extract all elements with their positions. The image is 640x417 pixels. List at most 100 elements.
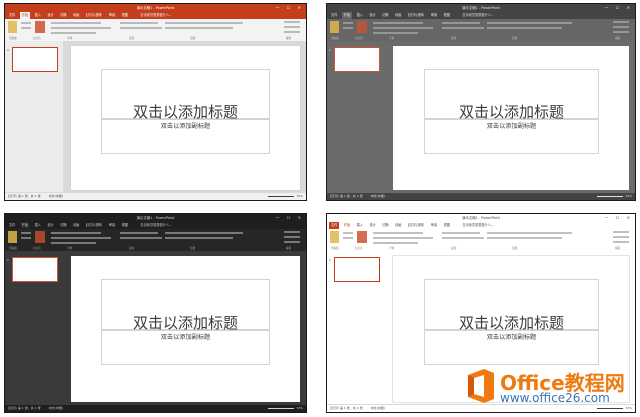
tab-2[interactable]: 插入 [33,222,43,229]
zoom-controls[interactable]: 72% [266,193,303,200]
slide-canvas[interactable]: 双击以添加标题 双击以添加副标题 [393,46,629,190]
tell-me-search[interactable]: 告诉我您想要做什么... [140,222,172,229]
tab-6[interactable]: 幻灯片放映 [84,12,104,19]
slide-canvas[interactable]: 双击以添加标题 双击以添加副标题 [71,46,300,190]
tab-1[interactable]: 开始 [19,222,31,229]
title-placeholder[interactable]: 双击以添加标题 [424,69,599,121]
tab-7[interactable]: 审阅 [107,12,117,19]
zoom-level[interactable]: 72% [296,406,303,410]
tab-2[interactable]: 插入 [355,12,365,19]
title-placeholder[interactable]: 双击以添加标题 [424,279,599,332]
tab-3[interactable]: 设计 [367,12,377,19]
tab-2[interactable]: 插入 [33,12,43,19]
tab-2[interactable]: 插入 [355,222,365,229]
tab-4[interactable]: 切换 [380,222,390,229]
ribbon-control-row[interactable] [21,27,31,30]
ribbon-control-row[interactable] [51,22,101,25]
ribbon-control-row[interactable] [343,22,353,25]
ribbon-control-row[interactable] [120,27,162,30]
ribbon-control-row[interactable] [343,27,353,30]
find-icon[interactable] [613,231,629,234]
tell-me-search[interactable]: 告诉我您想要做什么... [140,12,172,19]
ribbon-control-row[interactable] [487,237,562,240]
new-slide-button[interactable] [357,231,367,243]
ribbon-control-row[interactable] [343,232,353,235]
tab-7[interactable]: 审阅 [429,222,439,229]
tab-1[interactable]: 开始 [341,12,353,19]
ribbon-control-row[interactable] [51,27,111,30]
tab-0[interactable]: 文件 [7,222,17,229]
select-icon[interactable] [613,241,629,244]
ribbon-control-row[interactable] [21,237,31,240]
ribbon-control-row[interactable] [51,237,111,240]
tell-me-search[interactable]: 告诉我您想要做什么... [462,12,494,19]
paste-button[interactable] [8,231,17,243]
ribbon-control-row[interactable] [373,32,418,35]
tab-6[interactable]: 幻灯片放映 [406,12,426,19]
tab-8[interactable]: 视图 [442,222,452,229]
ribbon-control-row[interactable] [51,242,96,245]
ribbon-control-row[interactable] [442,27,484,30]
tab-0[interactable]: 文件 [329,12,339,19]
window-controls[interactable]: — ☐ ✕ [605,214,633,222]
window-controls[interactable]: — ☐ ✕ [276,4,304,12]
ribbon-control-row[interactable] [165,22,243,25]
subtitle-placeholder[interactable]: 双击以添加副标题 [424,330,599,365]
paste-button[interactable] [8,21,17,33]
paste-button[interactable] [330,21,339,33]
slide-canvas[interactable]: 双击以添加标题 双击以添加副标题 [71,256,300,402]
ribbon-control-row[interactable] [51,232,101,235]
find-icon[interactable] [284,21,300,24]
title-placeholder[interactable]: 双击以添加标题 [101,279,270,332]
tab-7[interactable]: 审阅 [107,222,117,229]
tab-5[interactable]: 动画 [71,222,81,229]
ribbon-control-row[interactable] [165,232,243,235]
status-language[interactable]: 中文(中国) [49,406,63,410]
ribbon-control-row[interactable] [487,27,562,30]
replace-icon[interactable] [613,236,629,239]
ribbon-control-row[interactable] [343,237,353,240]
ribbon-control-row[interactable] [21,232,31,235]
tab-8[interactable]: 视图 [120,222,130,229]
zoom-slider[interactable] [268,407,295,409]
tab-1[interactable]: 开始 [341,222,353,229]
tab-0[interactable]: 文件 [7,12,17,19]
ribbon-control-row[interactable] [487,232,572,235]
tab-8[interactable]: 视图 [120,12,130,19]
zoom-level[interactable]: 72% [296,194,303,198]
tab-8[interactable]: 视图 [442,12,452,19]
ribbon-control-row[interactable] [442,22,480,25]
tab-5[interactable]: 动画 [393,222,403,229]
select-icon[interactable] [613,31,629,34]
ribbon-control-row[interactable] [120,232,158,235]
replace-icon[interactable] [284,236,300,239]
paste-button[interactable] [330,231,339,243]
find-icon[interactable] [613,21,629,24]
ribbon-control-row[interactable] [21,22,31,25]
ribbon-control-row[interactable] [373,232,423,235]
new-slide-button[interactable] [35,21,45,33]
zoom-controls[interactable]: 72% [266,405,303,412]
zoom-slider[interactable] [268,195,295,197]
tab-4[interactable]: 切换 [58,12,68,19]
status-language[interactable]: 中文(中国) [49,194,63,198]
tab-1[interactable]: 开始 [19,12,31,19]
ribbon-control-row[interactable] [120,22,158,25]
window-controls[interactable]: — ☐ ✕ [276,214,304,222]
tab-7[interactable]: 审阅 [429,12,439,19]
tell-me-search[interactable]: 告诉我您想要做什么... [462,222,494,229]
ribbon-control-row[interactable] [51,32,96,35]
tab-3[interactable]: 设计 [45,12,55,19]
replace-icon[interactable] [284,26,300,29]
subtitle-placeholder[interactable]: 双击以添加副标题 [101,330,270,365]
ribbon-control-row[interactable] [442,232,480,235]
tab-4[interactable]: 切换 [380,12,390,19]
ribbon-control-row[interactable] [373,242,418,245]
slide-thumbnail[interactable] [334,47,380,72]
subtitle-placeholder[interactable]: 双击以添加副标题 [424,119,599,154]
slide-thumbnail[interactable] [12,257,58,282]
ribbon-control-row[interactable] [487,22,572,25]
select-icon[interactable] [284,241,300,244]
ribbon-control-row[interactable] [373,27,433,30]
tab-4[interactable]: 切换 [58,222,68,229]
